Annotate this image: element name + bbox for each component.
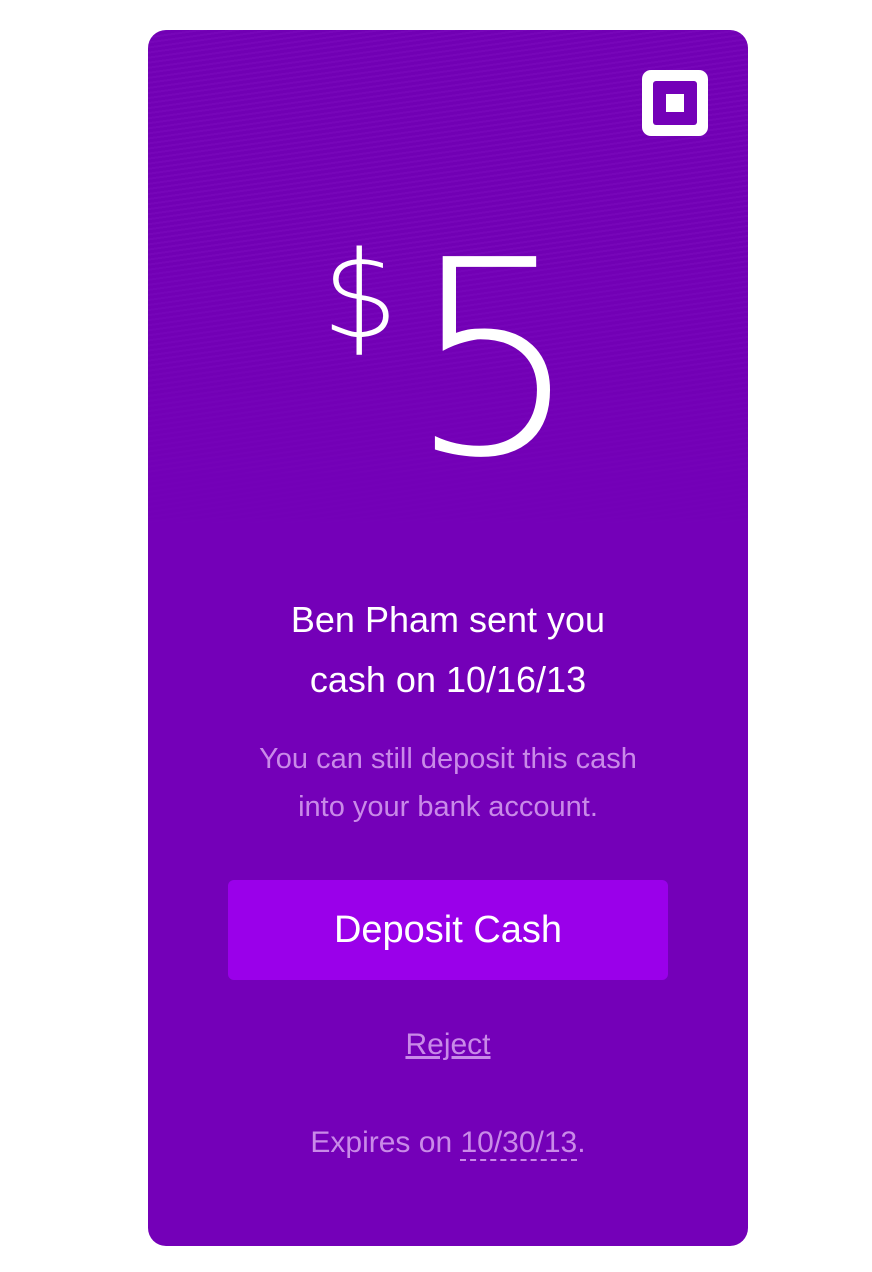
deposit-hint: You can still deposit this cash into you… [208, 735, 688, 831]
reject-link[interactable]: Reject [405, 1028, 490, 1061]
headline-line-2: cash on 10/16/13 [309, 659, 587, 700]
expires-prefix: Expires on [310, 1126, 461, 1159]
square-logo-icon [642, 70, 708, 136]
expiration-note: Expires on 10/30/13. [148, 1123, 748, 1163]
deposit-hint-line-2: into your bank account. [298, 791, 598, 823]
cash-amount: $5 [148, 225, 748, 495]
sender-headline: Ben Pham sent you cash on 10/16/13 [208, 590, 688, 710]
deposit-hint-line-1: You can still deposit this cash [259, 743, 637, 775]
expires-suffix: . [577, 1126, 586, 1159]
currency-symbol: $ [321, 227, 399, 366]
cash-card: $5 Ben Pham sent you cash on 10/16/13 Yo… [148, 30, 748, 1246]
headline-line-1: Ben Pham sent you [290, 599, 606, 640]
reject-container: Reject [148, 1025, 748, 1065]
amount-value: 5 [408, 202, 580, 517]
expires-date: 10/30/13 [460, 1126, 578, 1161]
deposit-cash-button[interactable]: Deposit Cash [228, 880, 668, 980]
